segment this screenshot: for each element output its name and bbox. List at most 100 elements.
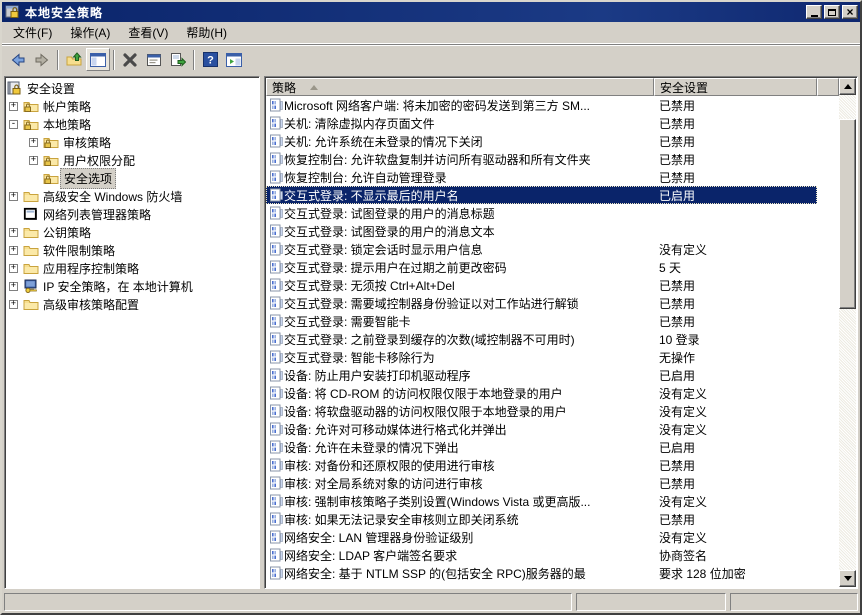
tree-item[interactable]: +高级审核策略配置 bbox=[5, 295, 259, 313]
delete-button[interactable] bbox=[118, 48, 142, 71]
policy-row[interactable]: 关机: 清除虚拟内存页面文件已禁用 bbox=[266, 114, 817, 132]
policy-row[interactable]: 交互式登录: 试图登录的用户的消息文本 bbox=[266, 222, 817, 240]
policy-icon bbox=[266, 404, 284, 418]
expand-icon[interactable]: + bbox=[9, 282, 18, 291]
forward-icon bbox=[34, 52, 50, 68]
properties-button[interactable] bbox=[142, 48, 166, 71]
maximize-button[interactable] bbox=[824, 5, 840, 19]
policy-row[interactable]: 审核: 强制审核策略子类别设置(Windows Vista 或更高版...没有定… bbox=[266, 492, 817, 510]
show-action-pane-button[interactable] bbox=[222, 48, 246, 71]
svg-text:?: ? bbox=[207, 55, 214, 67]
expand-icon[interactable]: + bbox=[9, 102, 18, 111]
policy-name: 网络安全: LAN 管理器身份验证级别 bbox=[284, 529, 473, 546]
policy-list-pane: 策略 安全设置 Microsoft 网络客户端: 将未加密的密码发送到第三方 S… bbox=[264, 76, 858, 589]
folder-lock-icon bbox=[43, 153, 60, 167]
policy-row[interactable]: 交互式登录: 试图登录的用户的消息标题 bbox=[266, 204, 817, 222]
show-console-tree-icon bbox=[90, 53, 106, 67]
forward-button[interactable] bbox=[30, 48, 54, 71]
policy-icon bbox=[266, 332, 284, 346]
policy-row[interactable]: 网络安全: LAN 管理器身份验证级别没有定义 bbox=[266, 528, 817, 546]
policy-row[interactable]: 审核: 对备份和还原权限的使用进行审核已禁用 bbox=[266, 456, 817, 474]
expand-icon[interactable]: + bbox=[9, 246, 18, 255]
policy-icon bbox=[266, 116, 284, 130]
expand-icon[interactable]: + bbox=[9, 300, 18, 309]
policy-setting: 已禁用 bbox=[654, 312, 817, 330]
tree-item[interactable]: 安全设置 bbox=[5, 79, 259, 97]
policy-row[interactable]: 恢复控制台: 允许自动管理登录已禁用 bbox=[266, 168, 817, 186]
export-list-button[interactable] bbox=[166, 48, 190, 71]
policy-row[interactable]: 交互式登录: 需要域控制器身份验证以对工作站进行解锁已禁用 bbox=[266, 294, 817, 312]
policy-row[interactable]: 交互式登录: 之前登录到缓存的次数(域控制器不可用时)10 登录 bbox=[266, 330, 817, 348]
help-button[interactable]: ? bbox=[198, 48, 222, 71]
tree-item[interactable]: 网络列表管理器策略 bbox=[5, 205, 259, 223]
policy-row[interactable]: 关机: 允许系统在未登录的情况下关闭已禁用 bbox=[266, 132, 817, 150]
tree-item-label: 网络列表管理器策略 bbox=[40, 205, 154, 224]
expand-icon[interactable]: + bbox=[29, 156, 38, 165]
tree-item[interactable]: +帐户策略 bbox=[5, 97, 259, 115]
policy-rows: Microsoft 网络客户端: 将未加密的密码发送到第三方 SM...已禁用关… bbox=[266, 96, 839, 587]
tree-item[interactable]: +IP 安全策略，在 本地计算机 bbox=[5, 277, 259, 295]
menu-help[interactable]: 帮助(H) bbox=[177, 21, 236, 44]
policy-row[interactable]: 交互式登录: 锁定会话时显示用户信息没有定义 bbox=[266, 240, 817, 258]
menu-file[interactable]: 文件(F) bbox=[4, 21, 61, 44]
policy-row[interactable]: 交互式登录: 提示用户在过期之前更改密码5 天 bbox=[266, 258, 817, 276]
policy-row[interactable]: 设备: 防止用户安装打印机驱动程序已启用 bbox=[266, 366, 817, 384]
show-console-tree-button[interactable] bbox=[86, 48, 110, 71]
tree-item[interactable]: +审核策略 bbox=[5, 133, 259, 151]
expand-icon[interactable]: + bbox=[9, 264, 18, 273]
column-header-policy[interactable]: 策略 bbox=[266, 78, 654, 96]
policy-row[interactable]: 设备: 允许在未登录的情况下弹出已启用 bbox=[266, 438, 817, 456]
policy-row[interactable]: 交互式登录: 需要智能卡已禁用 bbox=[266, 312, 817, 330]
scrollbar-track[interactable] bbox=[839, 95, 856, 570]
minimize-icon bbox=[811, 15, 818, 17]
column-header-setting[interactable]: 安全设置 bbox=[654, 78, 817, 96]
tree-item[interactable]: +应用程序控制策略 bbox=[5, 259, 259, 277]
policy-setting: 已禁用 bbox=[654, 114, 817, 132]
help-icon: ? bbox=[203, 52, 218, 67]
tree-item[interactable]: +高级安全 Windows 防火墙 bbox=[5, 187, 259, 205]
title-bar[interactable]: 本地安全策略 × bbox=[2, 2, 860, 22]
policy-icon bbox=[266, 134, 284, 148]
policy-row[interactable]: 审核: 如果无法记录安全审核则立即关闭系统已禁用 bbox=[266, 510, 817, 528]
policy-setting: 没有定义 bbox=[654, 384, 817, 402]
tree-item[interactable]: +用户权限分配 bbox=[5, 151, 259, 169]
policy-icon bbox=[266, 278, 284, 292]
policy-name: 交互式登录: 锁定会话时显示用户信息 bbox=[284, 241, 483, 258]
scroll-down-button[interactable] bbox=[839, 570, 856, 587]
close-button[interactable]: × bbox=[842, 5, 858, 19]
policy-row[interactable]: 恢复控制台: 允许软盘复制并访问所有驱动器和所有文件夹已禁用 bbox=[266, 150, 817, 168]
policy-row[interactable]: 交互式登录: 智能卡移除行为无操作 bbox=[266, 348, 817, 366]
policy-row[interactable]: 设备: 允许对可移动媒体进行格式化并弹出没有定义 bbox=[266, 420, 817, 438]
tree-item[interactable]: +公钥策略 bbox=[5, 223, 259, 241]
expand-icon[interactable]: + bbox=[9, 192, 18, 201]
expand-icon[interactable]: + bbox=[29, 138, 38, 147]
back-button[interactable] bbox=[6, 48, 30, 71]
menu-view[interactable]: 查看(V) bbox=[119, 21, 177, 44]
tree-item[interactable]: +软件限制策略 bbox=[5, 241, 259, 259]
toolbar-separator bbox=[57, 50, 59, 70]
scrollbar-thumb[interactable] bbox=[839, 119, 856, 309]
tree-item[interactable]: - 本地策略 bbox=[5, 115, 259, 133]
scroll-up-button[interactable] bbox=[839, 78, 856, 95]
policy-setting: 没有定义 bbox=[654, 420, 817, 438]
up-one-level-button[interactable] bbox=[62, 48, 86, 71]
vertical-scrollbar[interactable] bbox=[839, 78, 856, 587]
policy-row[interactable]: 设备: 将 CD-ROM 的访问权限仅限于本地登录的用户 没有定义 bbox=[266, 384, 817, 402]
policy-row[interactable]: 网络安全: LDAP 客户端签名要求协商签名 bbox=[266, 546, 817, 564]
menu-action[interactable]: 操作(A) bbox=[61, 21, 119, 44]
policy-row[interactable]: 交互式登录: 不显示最后的用户名已启用 bbox=[266, 186, 817, 204]
policy-name: 设备: 将 CD-ROM 的访问权限仅限于本地登录的用户 bbox=[284, 385, 563, 402]
sort-ascending-icon bbox=[310, 85, 318, 90]
expand-icon[interactable]: + bbox=[9, 228, 18, 237]
policy-row[interactable]: Microsoft 网络客户端: 将未加密的密码发送到第三方 SM...已禁用 bbox=[266, 96, 817, 114]
main-area: 安全设置+帐户策略-本地策略+审核策略+用户权限分配安全选项+高级安全 Wind… bbox=[2, 74, 860, 591]
policy-row[interactable]: 审核: 对全局系统对象的访问进行审核已禁用 bbox=[266, 474, 817, 492]
tree-item-label: 本地策略 bbox=[40, 115, 94, 134]
column-header-setting-label: 安全设置 bbox=[660, 79, 708, 96]
policy-row[interactable]: 设备: 将软盘驱动器的访问权限仅限于本地登录的用户没有定义 bbox=[266, 402, 817, 420]
tree-item[interactable]: 安全选项 bbox=[5, 169, 259, 187]
minimize-button[interactable] bbox=[806, 5, 822, 19]
collapse-icon[interactable]: - bbox=[9, 120, 18, 129]
policy-row[interactable]: 网络安全: 基于 NTLM SSP 的(包括安全 RPC)服务器的最要求 128… bbox=[266, 564, 817, 582]
policy-row[interactable]: 交互式登录: 无须按 Ctrl+Alt+Del已禁用 bbox=[266, 276, 817, 294]
